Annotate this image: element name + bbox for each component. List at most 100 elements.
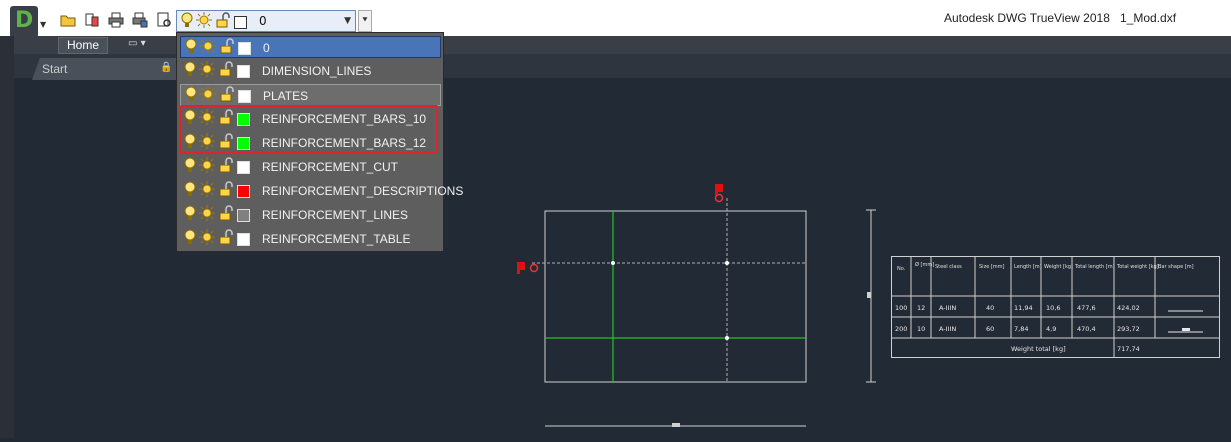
sun-icon[interactable] <box>199 181 215 201</box>
lightbulb-icon <box>181 12 193 32</box>
table-cell: 477,6 <box>1077 304 1096 312</box>
description-marker <box>529 263 539 273</box>
sun-icon[interactable] <box>200 86 216 106</box>
ribbon-options-caret: ▾ <box>140 38 146 49</box>
table-cell: 293,72 <box>1117 325 1140 333</box>
tab-home[interactable]: Home <box>58 37 108 54</box>
chevron-down-icon: ▼ <box>344 16 351 26</box>
node-point <box>611 261 615 265</box>
logo-letter: D <box>15 8 34 33</box>
unlock-icon[interactable] <box>218 61 234 81</box>
unlock-icon[interactable] <box>218 229 234 249</box>
table-header: Total length [m] <box>1074 264 1115 270</box>
layer-item-reinforcement-cut[interactable]: REINFORCEMENT_CUT <box>180 156 441 178</box>
unlock-icon[interactable] <box>218 181 234 201</box>
layer-item-plates[interactable]: PLATES <box>180 84 441 106</box>
layer-name: PLATES <box>263 89 309 103</box>
table-cell: 200 <box>895 325 907 333</box>
layer-item-reinforcement-descriptions[interactable]: REINFORCEMENT_DESCRIPTIONS <box>180 180 463 202</box>
file-name: 1_Mod.dxf <box>1120 11 1177 25</box>
lightbulb-icon[interactable] <box>184 157 196 177</box>
reinforcement-table: No. Ø [mm] Steel class Size [mm] Length … <box>891 256 1220 358</box>
description-flag <box>517 262 525 274</box>
layer-item-dimension-lines[interactable]: DIMENSION_LINES <box>180 60 441 82</box>
preview-icon[interactable] <box>154 10 174 30</box>
layer-item-reinforcement-lines[interactable]: REINFORCEMENT_LINES <box>180 204 441 226</box>
ribbon-options-button[interactable]: ▭ ▾ <box>128 38 146 49</box>
sun-icon[interactable] <box>199 229 215 249</box>
description-marker <box>714 193 724 203</box>
table-cell: A-IIIN <box>939 304 956 312</box>
sun-icon[interactable] <box>199 61 215 81</box>
layer-name: REINFORCEMENT_DESCRIPTIONS <box>262 184 464 198</box>
table-total-value: 717,74 <box>1117 345 1140 353</box>
sun-icon <box>196 12 212 32</box>
table-cell: 11,94 <box>1014 304 1033 312</box>
unlock-icon <box>215 12 231 32</box>
table-header: Size [mm] <box>979 264 1005 270</box>
table-header: Ø [mm] <box>915 261 934 268</box>
dimension-text-stub <box>867 292 871 298</box>
table-cell: 60 <box>986 325 994 333</box>
toolbar-customize-button[interactable]: ⯆ <box>358 10 372 32</box>
print-icon[interactable] <box>106 10 126 30</box>
app-title: Autodesk DWG TrueView 2018 <box>944 11 1110 25</box>
open-icon[interactable] <box>58 10 78 30</box>
layer-name: 0 <box>263 41 270 55</box>
sun-icon[interactable] <box>199 205 215 225</box>
layer-color-swatch[interactable] <box>237 184 250 198</box>
lightbulb-icon[interactable] <box>184 205 196 225</box>
layer-name: REINFORCEMENT_LINES <box>262 208 409 222</box>
node-point <box>725 261 729 265</box>
layer-color-swatch[interactable] <box>237 64 250 78</box>
layer-color-swatch[interactable] <box>237 160 250 174</box>
description-flag <box>715 184 723 195</box>
layer-state-icons <box>181 12 247 32</box>
table-header: Total weight [kg] <box>1116 264 1159 270</box>
layer-color-swatch <box>234 15 247 29</box>
table-header: Length [m] <box>1014 264 1042 270</box>
plate-rectangle <box>544 210 807 383</box>
table-header: Bar shape [m] <box>1158 264 1194 270</box>
lightbulb-icon[interactable] <box>185 38 197 58</box>
unlock-icon[interactable] <box>219 38 235 58</box>
table-cell: 470,4 <box>1077 325 1096 333</box>
lightbulb-icon[interactable] <box>184 181 196 201</box>
unlock-icon[interactable] <box>218 157 234 177</box>
chevron-down-icon: ▼ <box>40 20 47 29</box>
quick-access-toolbar <box>58 10 174 30</box>
table-cell: 10,6 <box>1046 304 1060 312</box>
layer-color-swatch[interactable] <box>238 89 251 103</box>
table-cell: 100 <box>895 304 907 312</box>
table-cell: 4,9 <box>1046 325 1056 333</box>
convert-icon[interactable] <box>82 10 102 30</box>
sun-icon[interactable] <box>200 38 216 58</box>
layer-color-swatch[interactable] <box>237 208 250 222</box>
table-cell: 10 <box>917 325 925 333</box>
layer-name: REINFORCEMENT_CUT <box>262 160 399 174</box>
dwg-trueview-logo: D <box>10 6 38 38</box>
annotation-highlight <box>180 105 438 154</box>
layer-dropdown[interactable]: 0 ▼ <box>176 10 356 32</box>
layer-item-reinforcement-table[interactable]: REINFORCEMENT_TABLE <box>180 228 441 250</box>
table-header: Weight [kg] <box>1044 264 1073 270</box>
table-total-label: Weight total [kg] <box>1011 345 1066 353</box>
unlock-icon[interactable] <box>218 205 234 225</box>
layer-name: DIMENSION_LINES <box>262 64 372 78</box>
lightbulb-icon[interactable] <box>184 229 196 249</box>
tab-start[interactable]: Start <box>32 58 162 80</box>
lightbulb-icon[interactable] <box>184 61 196 81</box>
layer-color-swatch[interactable] <box>238 41 251 55</box>
layer-item-0[interactable]: 0 <box>180 36 441 58</box>
left-border <box>0 36 14 438</box>
sun-icon[interactable] <box>199 157 215 177</box>
unlock-icon[interactable] <box>219 86 235 106</box>
table-cell: A-IIIN <box>939 325 956 333</box>
node-point <box>725 336 729 340</box>
table-cell: 40 <box>986 304 994 312</box>
lightbulb-icon[interactable] <box>185 86 197 106</box>
table-cell: 424,02 <box>1117 304 1140 312</box>
table-cell: 7,84 <box>1014 325 1028 333</box>
batch-plot-icon[interactable] <box>130 10 150 30</box>
layer-color-swatch[interactable] <box>237 232 250 246</box>
